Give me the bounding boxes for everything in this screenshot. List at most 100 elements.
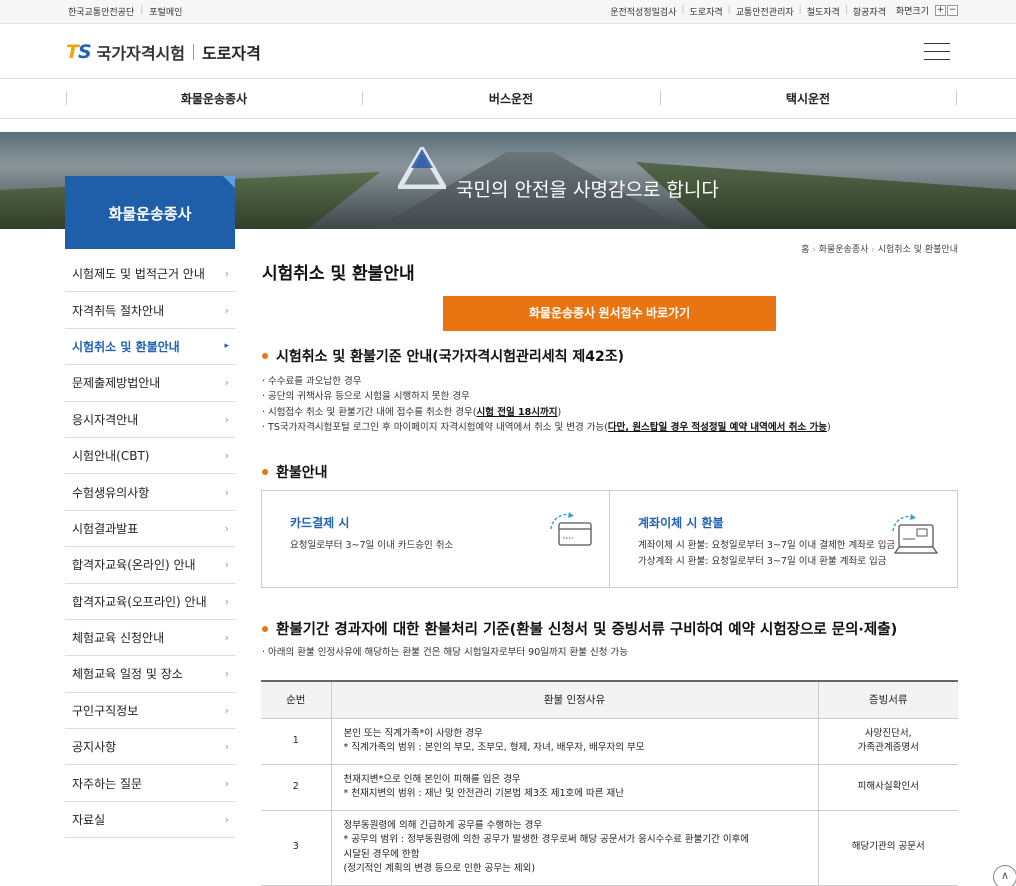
- chevron-right-icon: ›: [224, 412, 229, 426]
- side-menu-item[interactable]: 시험결과발표 ›: [65, 511, 235, 548]
- apply-button[interactable]: 화물운송종사 원서접수 바로가기: [443, 296, 776, 331]
- chevron-right-icon: ›: [224, 267, 229, 281]
- chevron-right-icon: ›: [224, 303, 229, 317]
- side-menu-item[interactable]: 자격취득 절차안내 ›: [65, 292, 235, 329]
- side-menu-item-label: 자료실: [72, 813, 106, 828]
- side-menu-item[interactable]: 시험제도 및 법적근거 안내 ›: [65, 256, 235, 293]
- section-heading-late-refund: 환불기간 경과자에 대한 환불처리 기준(환불 신청서 및 증빙서류 구비하여 …: [262, 618, 897, 639]
- main-nav: 화물운송종사 버스운전 택시운전: [0, 79, 1016, 119]
- cancel-bullets: · 수수료를 과오납한 경우 · 공단의 귀책사유 등으로 시험을 시행하지 못…: [262, 376, 831, 433]
- chevron-right-icon: ›: [224, 485, 229, 499]
- chevron-right-icon: ›: [224, 740, 229, 754]
- breadcrumb: 홈 › 화물운송종사 › 시험취소 및 환불안내: [801, 245, 958, 255]
- side-menu-item[interactable]: 시험안내(CBT) ›: [65, 438, 235, 475]
- cell-no: 2: [261, 764, 331, 811]
- lnb-title: 화물운송종사: [65, 176, 235, 249]
- cell-document: 해당기관의 공문서: [817, 810, 958, 886]
- chevron-right-icon: ›: [224, 594, 229, 608]
- side-menu: 시험제도 및 법적근거 안내 › 자격취득 절차안내 › 시험취소 및 환불안내 ▸ 문제출…: [65, 256, 235, 839]
- side-menu-item[interactable]: 자주하는 질문 ›: [65, 765, 235, 802]
- util-link-aviation[interactable]: 항공자격: [853, 5, 886, 18]
- cell-reason: 정부동원령에 의해 긴급하게 공무를 수행하는 경우 * 공무의 범위 : 정부동…: [330, 810, 818, 886]
- page-title: 시험취소 및 환불안내: [262, 264, 415, 284]
- refund-reason-table: 순번 환불 인정사유 증빙서류 1 본인 또는 직계가족*이 사망한 경우 * 직계…: [261, 680, 958, 886]
- util-link-rail[interactable]: 철도자격: [807, 5, 840, 18]
- transfer-refund-desc: 계좌이체 시 환불: 요청일로부터 3~7일 이내 결제한 계좌로 입금 가상계…: [638, 540, 896, 567]
- side-menu-item[interactable]: 문제출제방법안내 ›: [65, 365, 235, 402]
- gnb-item-cargo[interactable]: 화물운송종사: [66, 79, 362, 119]
- side-menu-item-label: 수험생유의사항: [72, 485, 150, 500]
- cell-document: 피해사실확인서: [817, 764, 958, 811]
- utility-left-links: 한국교통안전공단 | 포털메인: [68, 5, 183, 18]
- util-link-portal[interactable]: 포털메인: [149, 5, 182, 18]
- side-menu-item-label: 문제출제방법안내: [72, 376, 161, 391]
- util-link-kotsa[interactable]: 한국교통안전공단: [68, 5, 134, 18]
- side-menu-item-label: 시험안내(CBT): [72, 449, 150, 464]
- triangle-right-icon: ▸: [224, 341, 229, 352]
- side-menu-item[interactable]: 체험교육 신청안내 ›: [65, 620, 235, 657]
- computer-transfer-icon: [892, 514, 939, 554]
- col-header-reason: 환불 인정사유: [330, 680, 818, 719]
- table-row: 2 천재지변*으로 인해 본인이 피해를 입은 경우 * 천재지변의 범위 : 재난…: [261, 764, 958, 811]
- side-menu-item[interactable]: 합격자교육(온라인) 안내 ›: [65, 547, 235, 584]
- utility-right-links: 운전적성정밀검사 | 도로자격 | 교통안전관리자 | 철도자격 | 항공자격: [610, 5, 886, 18]
- side-menu-item-label: 공지사항: [72, 740, 117, 755]
- util-link-aptitude[interactable]: 운전적성정밀검사: [610, 5, 676, 18]
- menu-icon[interactable]: [924, 43, 950, 60]
- side-menu-item-label: 시험취소 및 환불안내: [72, 339, 180, 354]
- utility-bar: 한국교통안전공단 | 포털메인 운전적성정밀검사 | 도로자격 | 교통안전관리…: [0, 0, 1016, 24]
- chevron-right-icon: ›: [224, 703, 229, 717]
- gnb-item-taxi[interactable]: 택시운전: [660, 79, 956, 119]
- zoom-label: 화면크기: [895, 7, 929, 17]
- zoom-in-button[interactable]: +: [935, 5, 946, 16]
- zoom-out-button[interactable]: −: [947, 5, 958, 16]
- scroll-top-button[interactable]: ∧: [993, 865, 1016, 886]
- chevron-right-icon: ›: [224, 631, 229, 645]
- chevron-right-icon: ›: [224, 667, 229, 681]
- chevron-right-icon: ›: [224, 776, 229, 790]
- logo-name: 국가자격시험: [96, 44, 185, 63]
- side-menu-item-label: 자격취득 절차안내: [72, 303, 165, 318]
- chevron-right-icon: ›: [224, 813, 229, 827]
- side-menu-item[interactable]: 자료실 ›: [65, 802, 235, 839]
- table-header-row: 순번 환불 인정사유 증빙서류: [261, 680, 958, 719]
- hero-slogan: 국민의 안전을 사명감으로 합니다: [456, 179, 719, 201]
- side-menu-item-label: 자주하는 질문: [72, 776, 143, 791]
- section-heading-cancel: 시험취소 및 환불기준 안내(국가자격시험관리세칙 제42조): [262, 346, 624, 366]
- card-refund-box: 카드결제 시 요청일로부터 3~7일 이내 카드승인 취소: [262, 491, 609, 587]
- side-menu-item[interactable]: 공지사항 ›: [65, 729, 235, 766]
- col-header-document: 증빙서류: [817, 680, 958, 719]
- side-menu-item-label: 응시자격안내: [72, 412, 139, 427]
- side-menu-item[interactable]: 체험교육 일정 및 장소 ›: [65, 656, 235, 693]
- chevron-right-icon: ›: [224, 558, 229, 572]
- side-menu-item-label: 시험제도 및 법적근거 안내: [72, 267, 205, 282]
- util-link-road[interactable]: 도로자격: [690, 5, 723, 18]
- site-logo[interactable]: TS 국가자격시험 도로자격: [66, 40, 261, 64]
- breadcrumb-cargo[interactable]: 화물운송종사: [819, 245, 869, 255]
- card-refund-title: 카드결제 시: [290, 516, 350, 530]
- ts-logo-mark: TS: [66, 41, 92, 63]
- side-menu-item[interactable]: 응시자격안내 ›: [65, 402, 235, 438]
- side-menu-item-label: 체험교육 일정 및 장소: [72, 667, 183, 682]
- side-menu-item[interactable]: 시험취소 및 환불안내 ▸: [65, 329, 235, 366]
- cell-no: 1: [261, 718, 331, 765]
- breadcrumb-current: 시험취소 및 환불안내: [877, 245, 958, 255]
- side-menu-item[interactable]: 수험생유의사항 ›: [65, 474, 235, 511]
- table-row: 1 본인 또는 직계가족*이 사망한 경우 * 직계가족의 범위 : 본인의 부모,…: [261, 718, 958, 765]
- refund-info-boxes: 카드결제 시 요청일로부터 3~7일 이내 카드승인 취소 계좌이체 시 환불 …: [261, 490, 958, 588]
- cell-document: 사망진단서, 가족관계증명서: [817, 718, 958, 765]
- chevron-right-icon: ›: [224, 449, 229, 463]
- gnb-item-bus[interactable]: 버스운전: [362, 79, 660, 119]
- side-menu-item[interactable]: 합격자교육(오프라인) 안내 ›: [65, 584, 235, 620]
- side-menu-item-label: 체험교육 신청안내: [72, 631, 165, 646]
- side-menu-item-label: 구인구직정보: [72, 703, 139, 718]
- zoom-control: 화면크기 + −: [896, 4, 958, 17]
- side-menu-item-label: 합격자교육(오프라인) 안내: [72, 594, 207, 609]
- side-menu-item-label: 시험결과발표: [72, 521, 139, 536]
- breadcrumb-home[interactable]: 홈: [801, 245, 809, 255]
- section-heading-refund: 환불안내: [262, 462, 328, 482]
- logo-subtitle: 도로자격: [201, 44, 261, 63]
- util-link-safety-manager[interactable]: 교통안전관리자: [736, 5, 794, 18]
- side-menu-item[interactable]: 구인구직정보 ›: [65, 693, 235, 730]
- col-header-no: 순번: [261, 680, 331, 719]
